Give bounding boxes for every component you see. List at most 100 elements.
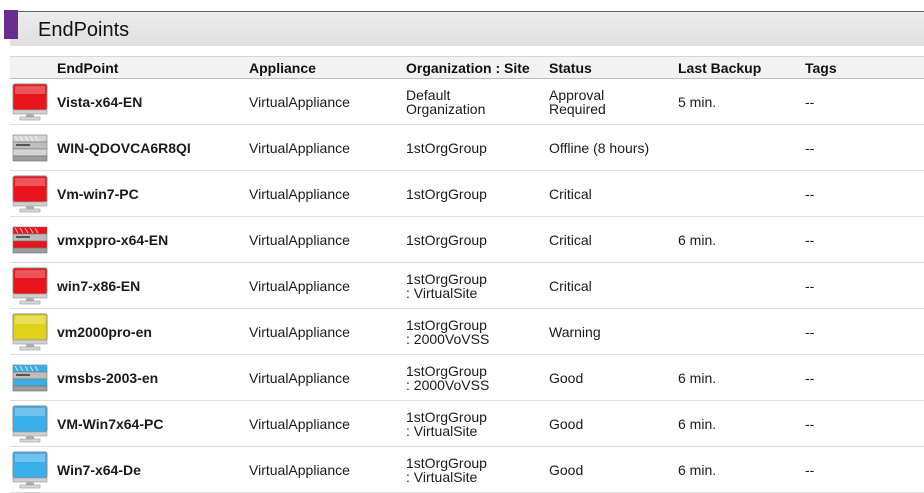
appliance-cell: VirtualAppliance	[249, 308, 406, 355]
server-critical-icon	[12, 221, 48, 259]
status-cell: Critical	[549, 216, 678, 263]
table-row[interactable]: VM-Win7x64-PC VirtualAppliance 1stOrgGrou…	[10, 400, 924, 447]
column-header-last-backup[interactable]: Last Backup	[678, 56, 805, 79]
status-cell: Offline (8 hours)	[549, 124, 678, 171]
endpoint-icon-cell	[10, 124, 57, 171]
organization-value: 1stOrgGroup : 2000VoVSS	[406, 362, 490, 393]
monitor-critical-icon	[12, 175, 48, 213]
last-backup-cell	[678, 124, 805, 171]
endpoint-cell[interactable]: VM-Win7x64-PC	[57, 400, 249, 447]
tags-cell: --	[805, 446, 924, 493]
column-header-status[interactable]: Status	[549, 56, 678, 79]
endpoint-cell[interactable]: vmxppro-x64-EN	[57, 216, 249, 263]
organization-value: 1stOrgGroup : 2000VoVSS	[406, 316, 490, 347]
table-row[interactable]: win7-x86-EN VirtualAppliance 1stOrgGroup …	[10, 262, 924, 309]
endpoint-icon-cell	[10, 78, 57, 125]
endpoint-name[interactable]: Vista-x64-EN	[57, 94, 142, 110]
appliance-cell: VirtualAppliance	[249, 78, 406, 125]
status-cell: Approval Required	[549, 78, 678, 125]
endpoint-cell[interactable]: vmsbs-2003-en	[57, 354, 249, 401]
endpoint-cell[interactable]: Vista-x64-EN	[57, 78, 249, 125]
organization-value: 1stOrgGroup	[406, 231, 487, 248]
status-value: Good	[549, 369, 584, 386]
organization-value: 1stOrgGroup	[406, 139, 487, 156]
organization-cell: 1stOrgGroup : VirtualSite	[406, 446, 549, 493]
server-good-icon	[12, 359, 48, 397]
panel-title: EndPoints	[38, 19, 130, 41]
monitor-critical-icon	[12, 267, 48, 305]
organization-cell: 1stOrgGroup : 2000VoVSS	[406, 354, 549, 401]
endpoint-name[interactable]: vm2000pro-en	[57, 324, 152, 340]
table-row[interactable]: vm2000pro-en VirtualAppliance 1stOrgGroup…	[10, 308, 924, 355]
column-header-appliance[interactable]: Appliance	[249, 56, 406, 79]
panel-header	[10, 11, 924, 46]
last-backup-cell	[678, 170, 805, 217]
server-offline-icon	[12, 129, 48, 167]
tags-cell: --	[805, 170, 924, 217]
table-row[interactable]: vmsbs-2003-en VirtualAppliance 1stOrgGrou…	[10, 354, 924, 401]
endpoint-icon-cell	[10, 354, 57, 401]
last-backup-cell: 6 min.	[678, 354, 805, 401]
table-row[interactable]: Vista-x64-EN VirtualAppliance Default Orga…	[10, 78, 924, 125]
organization-value: Default Organization	[406, 86, 486, 117]
status-value: Warning	[549, 323, 601, 340]
status-value: Offline (8 hours)	[549, 139, 650, 156]
status-cell: Good	[549, 400, 678, 447]
appliance-cell: VirtualAppliance	[249, 216, 406, 263]
endpoint-cell[interactable]: WIN-QDOVCA6R8QI	[57, 124, 249, 171]
appliance-cell: VirtualAppliance	[249, 124, 406, 171]
appliance-cell: VirtualAppliance	[249, 170, 406, 217]
last-backup-cell: 6 min.	[678, 216, 805, 263]
endpoint-icon-cell	[10, 446, 57, 493]
endpoint-cell[interactable]: vm2000pro-en	[57, 308, 249, 355]
appliance-cell: VirtualAppliance	[249, 354, 406, 401]
status-cell: Good	[549, 354, 678, 401]
column-header-endpoint[interactable]: EndPoint	[57, 56, 249, 79]
status-cell: Warning	[549, 308, 678, 355]
endpoint-name[interactable]: WIN-QDOVCA6R8QI	[57, 140, 191, 156]
tags-cell: --	[805, 78, 924, 125]
endpoint-cell[interactable]: Win7-x64-De	[57, 446, 249, 493]
organization-cell: 1stOrgGroup	[406, 170, 549, 217]
endpoint-icon-cell	[10, 262, 57, 309]
endpoint-name[interactable]: vmsbs-2003-en	[57, 370, 158, 386]
status-cell: Good	[549, 446, 678, 493]
status-value: Critical	[549, 185, 592, 202]
last-backup-cell: 6 min.	[678, 446, 805, 493]
status-value: Critical	[549, 231, 592, 248]
organization-cell: Default Organization	[406, 78, 549, 125]
tags-cell: --	[805, 262, 924, 309]
endpoint-cell[interactable]: win7-x86-EN	[57, 262, 249, 309]
last-backup-cell: 5 min.	[678, 78, 805, 125]
appliance-cell: VirtualAppliance	[249, 262, 406, 309]
table-row[interactable]: WIN-QDOVCA6R8QI VirtualAppliance 1stOrgGro…	[10, 124, 924, 171]
endpoint-name[interactable]: Vm-win7-PC	[57, 186, 139, 202]
endpoint-icon-cell	[10, 216, 57, 263]
tags-cell: --	[805, 400, 924, 447]
last-backup-cell	[678, 308, 805, 355]
status-cell: Critical	[549, 170, 678, 217]
endpoint-name[interactable]: VM-Win7x64-PC	[57, 416, 163, 432]
last-backup-cell	[678, 262, 805, 309]
tags-cell: --	[805, 216, 924, 263]
organization-cell: 1stOrgGroup : 2000VoVSS	[406, 308, 549, 355]
table-header-row: EndPoint Appliance Organization : Site S…	[10, 56, 924, 79]
column-header-organization[interactable]: Organization : Site	[406, 56, 549, 79]
status-value: Good	[549, 415, 584, 432]
table-body: Vista-x64-EN VirtualAppliance Default Orga…	[10, 78, 924, 493]
icon-column-header	[10, 56, 57, 79]
last-backup-cell: 6 min.	[678, 400, 805, 447]
endpoint-name[interactable]: Win7-x64-De	[57, 462, 141, 478]
appliance-cell: VirtualAppliance	[249, 446, 406, 493]
column-header-tags[interactable]: Tags	[805, 56, 924, 79]
endpoint-name[interactable]: vmxppro-x64-EN	[57, 232, 168, 248]
endpoint-cell[interactable]: Vm-win7-PC	[57, 170, 249, 217]
table-row[interactable]: Vm-win7-PC VirtualAppliance 1stOrgGroup Cri…	[10, 170, 924, 217]
organization-value: 1stOrgGroup : VirtualSite	[406, 270, 487, 301]
status-cell: Critical	[549, 262, 678, 309]
endpoint-name[interactable]: win7-x86-EN	[57, 278, 140, 294]
status-value: Approval Required	[549, 86, 606, 117]
endpoints-table: EndPoint Appliance Organization : Site S…	[10, 56, 924, 493]
table-row[interactable]: Win7-x64-De VirtualAppliance 1stOrgGroup …	[10, 446, 924, 493]
table-row[interactable]: vmxppro-x64-EN VirtualAppliance 1stOrgGrou…	[10, 216, 924, 263]
